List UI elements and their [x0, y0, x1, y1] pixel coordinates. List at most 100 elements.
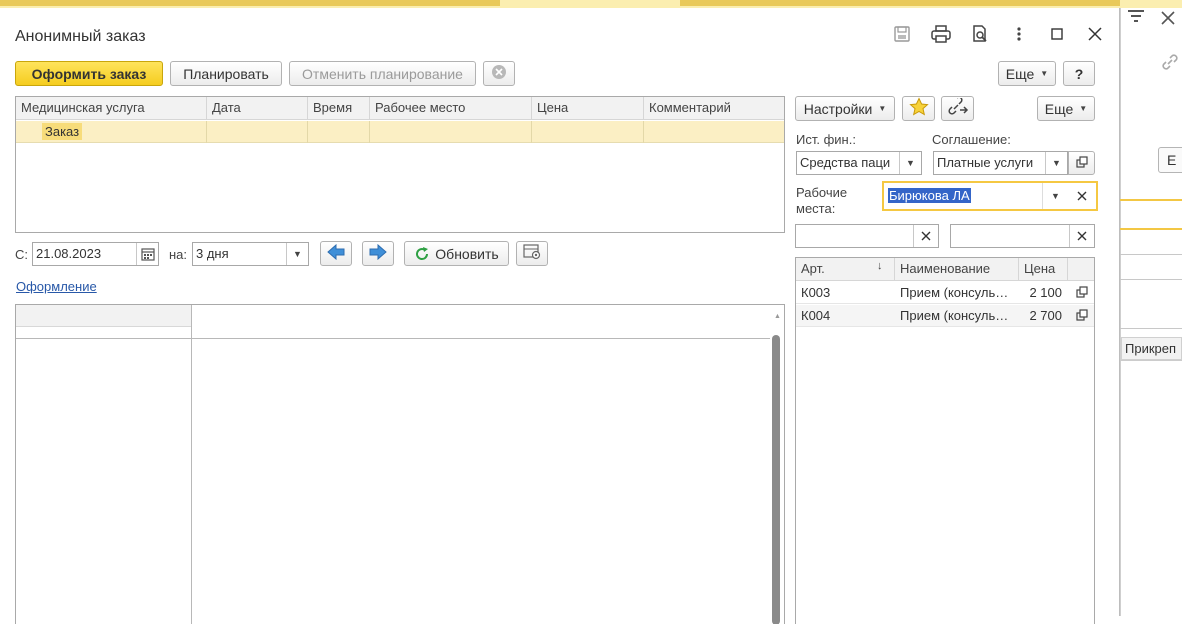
refresh-icon: [414, 246, 430, 262]
workplace-value: Бирюкова ЛА: [888, 188, 971, 203]
workplace-select[interactable]: Бирюкова ЛА ▼: [882, 181, 1098, 211]
link-list-button[interactable]: [941, 96, 974, 121]
background-divider: [1120, 328, 1182, 329]
plan-button[interactable]: Планировать: [170, 61, 282, 86]
chevron-down-icon[interactable]: ▼: [1045, 152, 1067, 174]
star-icon: [908, 97, 929, 120]
favorite-button[interactable]: [902, 96, 935, 121]
agreement-label: Соглашение:: [932, 132, 1011, 147]
more-button-label: Еще: [1005, 65, 1035, 82]
filter-icon[interactable]: [1127, 8, 1145, 29]
clear-field-icon[interactable]: [913, 225, 938, 247]
services-table-header: Арт. ↓ Наименование Цена: [796, 258, 1094, 281]
column-header-price[interactable]: Цена: [532, 97, 644, 120]
column-header-price[interactable]: Цена: [1019, 258, 1068, 281]
article-cell: К004: [801, 308, 831, 323]
table-row[interactable]: К003 Прием (консуль… 2 100: [796, 282, 1094, 304]
chevron-down-icon[interactable]: ▼: [899, 152, 921, 174]
period-select[interactable]: 3 дня ▼: [192, 242, 309, 266]
maximize-icon[interactable]: [1046, 23, 1068, 45]
scroll-up-icon[interactable]: ▲: [774, 313, 781, 320]
fin-source-value: Средства паци: [800, 155, 891, 170]
period-value: 3 дня: [196, 246, 229, 261]
schedule-settings-button[interactable]: [516, 241, 548, 266]
agreement-value: Платные услуги: [937, 155, 1034, 170]
search-article-input[interactable]: [795, 224, 939, 248]
background-top-bar: [0, 0, 1182, 8]
design-link[interactable]: Оформление: [16, 279, 97, 294]
services-table[interactable]: Арт. ↓ Наименование Цена К003 Прием (кон…: [795, 257, 1095, 624]
orders-table-header: Медицинская услуга Дата Время Рабочее ме…: [16, 97, 784, 120]
price-cell: 2 100: [1029, 285, 1062, 300]
cell-divider: [643, 121, 644, 143]
help-button[interactable]: ?: [1063, 61, 1095, 86]
caret-down-icon: ▼: [1040, 69, 1049, 78]
fin-source-select[interactable]: Средства паци ▼: [796, 151, 922, 175]
window-title: Анонимный заказ: [15, 28, 146, 45]
table-settings-icon: [523, 244, 541, 263]
background-tab-strip: [680, 0, 1120, 6]
table-row[interactable]: К004 Прием (консуль… 2 700: [796, 305, 1094, 327]
column-header-article[interactable]: Арт. ↓: [796, 258, 895, 281]
background-divider: [1120, 279, 1182, 280]
background-column-header: Прикреп: [1121, 337, 1182, 360]
previous-period-button[interactable]: [320, 241, 352, 266]
link-icon[interactable]: [1160, 52, 1180, 77]
arrow-left-icon: [327, 243, 345, 263]
right-more-label: Еще: [1044, 100, 1074, 117]
clear-field-icon[interactable]: [1068, 183, 1096, 209]
price-cell: 2 700: [1029, 308, 1062, 323]
chevron-down-icon[interactable]: ▼: [1042, 183, 1068, 209]
period-label: на:: [169, 247, 188, 262]
background-button[interactable]: Е: [1158, 147, 1182, 173]
sort-down-icon[interactable]: ↓: [877, 260, 883, 272]
chevron-down-icon[interactable]: ▼: [286, 243, 308, 265]
more-button[interactable]: Еще ▼: [998, 61, 1056, 86]
from-date-input[interactable]: 21.08.2023: [32, 242, 159, 266]
print-icon[interactable]: [929, 22, 953, 46]
cell-divider: [307, 121, 308, 143]
right-more-button[interactable]: Еще ▼: [1037, 96, 1095, 121]
background-panel: [1120, 8, 1182, 616]
background-tab-strip: [0, 0, 500, 6]
column-header-date[interactable]: Дата: [207, 97, 308, 120]
cancel-planning-button[interactable]: Отменить планирование: [289, 61, 476, 86]
column-header-name[interactable]: Наименование: [895, 258, 1019, 281]
search-name-input[interactable]: [950, 224, 1095, 248]
caret-down-icon: ▼: [1079, 104, 1088, 113]
more-vertical-icon[interactable]: [1007, 22, 1031, 46]
preview-icon[interactable]: [968, 22, 992, 46]
table-row[interactable]: Заказ: [16, 121, 784, 143]
create-order-button[interactable]: Оформить заказ: [15, 61, 163, 86]
background-divider: [1120, 254, 1182, 255]
anonymous-order-window: Анонимный заказ Оформить заказ Планирова…: [0, 8, 1120, 624]
scrollbar[interactable]: ▲: [770, 305, 784, 624]
save-icon[interactable]: [890, 22, 914, 46]
schedule-grid[interactable]: ▲: [15, 304, 785, 624]
agreement-select[interactable]: Платные услуги ▼: [933, 151, 1068, 175]
refresh-button[interactable]: Обновить: [404, 241, 509, 266]
next-period-button[interactable]: [362, 241, 394, 266]
name-cell: Прием (консуль…: [900, 308, 1009, 323]
column-header-comment[interactable]: Комментарий: [644, 97, 784, 120]
clear-button[interactable]: [483, 61, 515, 86]
open-agreement-button[interactable]: [1068, 151, 1095, 175]
open-window-icon[interactable]: [1076, 309, 1088, 324]
column-header-service[interactable]: Медицинская услуга: [16, 97, 207, 120]
refresh-label: Обновить: [435, 245, 499, 262]
fin-source-label: Ист. фин.:: [796, 132, 856, 147]
column-header-time[interactable]: Время: [308, 97, 370, 120]
cell-divider: [206, 121, 207, 143]
schedule-divider: [191, 305, 192, 624]
close-icon[interactable]: [1160, 10, 1176, 31]
orders-table[interactable]: Медицинская услуга Дата Время Рабочее ме…: [15, 96, 785, 233]
article-cell: К003: [801, 285, 831, 300]
open-window-icon[interactable]: [1076, 286, 1088, 301]
settings-button[interactable]: Настройки ▼: [795, 96, 895, 121]
close-window-icon[interactable]: [1084, 23, 1106, 45]
background-divider: [1120, 228, 1182, 230]
scrollbar-thumb[interactable]: [772, 335, 780, 624]
clear-field-icon[interactable]: [1069, 225, 1094, 247]
calendar-icon[interactable]: [136, 243, 158, 265]
column-header-workplace[interactable]: Рабочее место: [370, 97, 532, 120]
